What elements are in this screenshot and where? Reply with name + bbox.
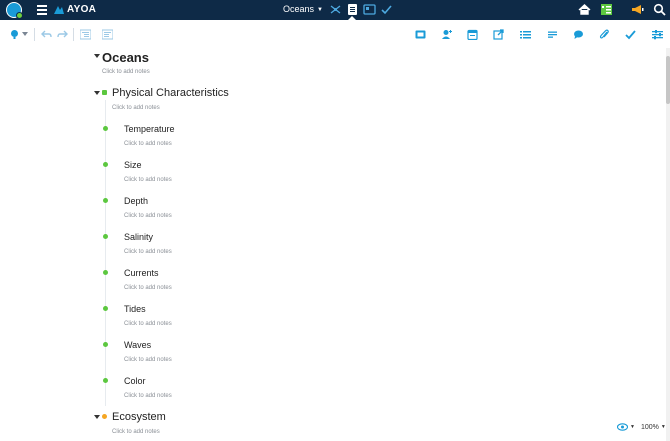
image-icon[interactable] xyxy=(415,29,426,40)
zoom-level: 100% xyxy=(640,423,659,431)
branch-title-physical-characteristics[interactable]: Physical Characteristics xyxy=(112,87,229,99)
announcements-icon[interactable] xyxy=(631,3,644,16)
list-item-notes[interactable]: Click to add notes xyxy=(124,177,172,183)
ayoa-logo-icon xyxy=(54,5,64,14)
list-item-title[interactable]: Tides xyxy=(124,304,146,314)
search-icon[interactable] xyxy=(653,3,666,16)
collapse-caret-icon[interactable] xyxy=(94,54,100,58)
outline-right-icon[interactable] xyxy=(102,29,113,40)
list-item-title[interactable]: Currents xyxy=(124,268,159,278)
list-item-title[interactable]: Salinity xyxy=(124,232,153,242)
chevron-down-icon: ▼ xyxy=(317,7,323,13)
list-item-notes[interactable]: Click to add notes xyxy=(124,213,172,219)
list-item-notes[interactable]: Click to add notes xyxy=(124,321,172,327)
chevron-down-icon[interactable]: ▼ xyxy=(630,424,635,430)
eye-icon[interactable] xyxy=(617,423,628,431)
list-item-bullet xyxy=(103,306,108,311)
comment-icon[interactable] xyxy=(573,29,584,40)
list-item-title[interactable]: Temperature xyxy=(124,124,175,134)
list-item-notes[interactable]: Click to add notes xyxy=(124,249,172,255)
board-view-icon[interactable] xyxy=(363,3,376,16)
undo-icon[interactable] xyxy=(41,29,52,40)
branch-notes-placeholder[interactable]: Click to add notes xyxy=(112,105,160,111)
list-icon[interactable] xyxy=(520,29,531,40)
collapse-caret-icon[interactable] xyxy=(94,91,100,95)
root-notes-placeholder[interactable]: Click to add notes xyxy=(102,69,150,75)
branch-notes-placeholder[interactable]: Click to add notes xyxy=(112,429,160,435)
list-item-title[interactable]: Depth xyxy=(124,196,148,206)
document-title: Oceans xyxy=(283,4,315,14)
editor-toolbar xyxy=(0,20,670,48)
list-item-title[interactable]: Color xyxy=(124,376,146,386)
redo-icon[interactable] xyxy=(57,29,68,40)
toolbar-separator xyxy=(34,28,35,41)
lightbulb-icon[interactable] xyxy=(9,29,20,40)
tasks-view-icon[interactable] xyxy=(380,3,393,16)
list-item-title[interactable]: Size xyxy=(124,160,142,170)
assign-user-icon[interactable] xyxy=(441,29,452,40)
menu-icon[interactable] xyxy=(37,5,47,15)
root-node-title[interactable]: Oceans xyxy=(102,50,149,65)
list-item-bullet xyxy=(103,342,108,347)
list-item-notes[interactable]: Click to add notes xyxy=(124,141,172,147)
list-item-notes[interactable]: Click to add notes xyxy=(124,285,172,291)
calendar-icon[interactable] xyxy=(467,29,478,40)
zoom-control[interactable]: ▼ 100% ▼ xyxy=(617,423,666,431)
collapse-caret-icon[interactable] xyxy=(94,415,100,419)
chevron-down-icon[interactable]: ▼ xyxy=(661,424,666,430)
attachment-icon[interactable] xyxy=(599,29,610,40)
ayoa-logo[interactable]: AYOA xyxy=(53,4,96,15)
list-item-bullet xyxy=(103,270,108,275)
document-title-menu[interactable]: Oceans ▼ xyxy=(283,4,323,14)
status-dot xyxy=(16,12,23,19)
outline-left-icon[interactable] xyxy=(80,29,91,40)
settings-icon[interactable] xyxy=(652,29,663,40)
outline-editor xyxy=(0,48,666,441)
list-item-notes[interactable]: Click to add notes xyxy=(124,393,172,399)
list-view-icon[interactable] xyxy=(346,3,359,16)
list-item-bullet xyxy=(103,378,108,383)
list-item-notes[interactable]: Click to add notes xyxy=(124,357,172,363)
check-icon[interactable] xyxy=(625,29,636,40)
task-board-icon[interactable] xyxy=(600,3,613,16)
list-item-title[interactable]: Waves xyxy=(124,340,151,350)
top-bar: AYOA Oceans ▼ xyxy=(0,0,670,20)
app-name: AYOA xyxy=(67,4,97,15)
list-item-bullet xyxy=(103,162,108,167)
branch-color-marker xyxy=(102,414,107,419)
home-icon[interactable] xyxy=(578,3,591,16)
branch-title-ecosystem[interactable]: Ecosystem xyxy=(112,411,166,423)
chevron-down-icon[interactable] xyxy=(22,31,33,42)
branch-color-marker xyxy=(102,90,107,95)
toolbar-separator xyxy=(73,28,74,41)
branch-guide-line xyxy=(105,100,106,406)
share-icon[interactable] xyxy=(493,29,504,40)
scrollbar-thumb[interactable] xyxy=(666,56,670,104)
scrollbar-track[interactable] xyxy=(666,48,670,441)
list-item-bullet xyxy=(103,198,108,203)
mind-map-view-icon[interactable] xyxy=(329,3,342,16)
list-item-bullet xyxy=(103,126,108,131)
list-item-bullet xyxy=(103,234,108,239)
text-icon[interactable] xyxy=(547,29,558,40)
avatar[interactable] xyxy=(6,2,23,19)
